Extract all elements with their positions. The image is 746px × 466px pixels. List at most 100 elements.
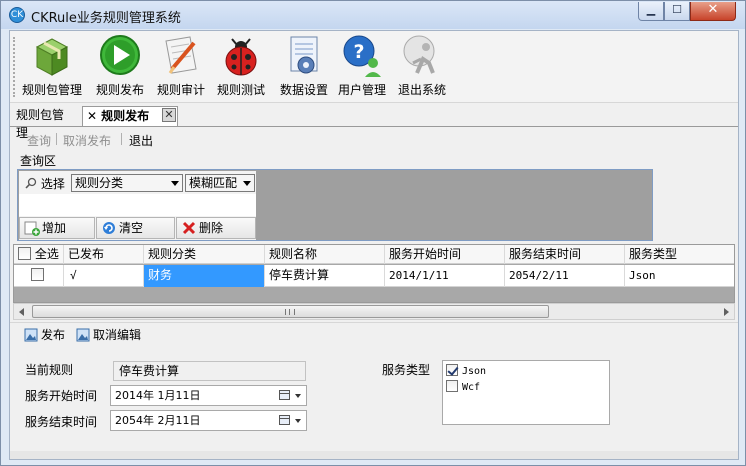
- add-button[interactable]: 增加: [19, 217, 95, 239]
- service-type-wcf[interactable]: Wcf: [446, 380, 480, 394]
- minimize-icon: ▁: [646, 3, 656, 16]
- query-panel: 选择 规则分类 模糊匹配 增加 清空 删除: [17, 169, 653, 241]
- start-date-label: 服务开始时间: [25, 389, 98, 403]
- query-condition-list[interactable]: [19, 194, 256, 216]
- close-button[interactable]: ✕: [690, 2, 736, 21]
- grid-header: 全选 已发布 规则分类 规则名称 服务开始时间 服务结束时间 服务类型: [14, 245, 734, 264]
- ladybug-icon: [218, 33, 264, 79]
- tab-label: 规则发布: [101, 109, 150, 123]
- divider: [56, 133, 57, 145]
- edit-document-icon: [158, 33, 204, 79]
- service-type-label: 服务类型: [382, 363, 431, 377]
- json-checkbox[interactable]: [446, 364, 458, 376]
- client-area: 规则包管理 规则发布 规则审计 规则测试 数据设置 ? 用户管理 退出系统 规则…: [9, 30, 739, 460]
- toolbar-publish-button[interactable]: 规则发布: [92, 33, 148, 101]
- select-all-header[interactable]: 全选: [14, 245, 64, 264]
- column-header-category[interactable]: 规则分类: [144, 245, 265, 264]
- end-date-picker[interactable]: 2054年 2月11日: [110, 410, 307, 431]
- minimize-button[interactable]: ▁: [638, 2, 664, 21]
- exit-button[interactable]: 退出: [129, 132, 153, 149]
- document-settings-icon: [281, 33, 327, 79]
- current-rule-label: 当前规则: [25, 363, 74, 377]
- tab-package-manage[interactable]: 规则包管理: [12, 106, 78, 140]
- tab-close-icon[interactable]: ✕: [87, 109, 97, 123]
- close-icon: ✕: [707, 2, 719, 17]
- type-cell[interactable]: Json: [625, 265, 734, 287]
- chevron-down-icon[interactable]: [295, 419, 301, 423]
- divider: [121, 133, 122, 145]
- toolbar-label: 数据设置: [279, 83, 328, 97]
- service-type-list[interactable]: Json Wcf: [442, 360, 610, 425]
- published-cell[interactable]: √: [64, 265, 144, 287]
- app-logo-icon: CK: [9, 7, 25, 23]
- toolbar-label: 规则发布: [95, 83, 144, 97]
- scrollbar-thumb[interactable]: [32, 305, 549, 318]
- chevron-down-icon: [171, 181, 179, 186]
- column-header-name[interactable]: 规则名称: [265, 245, 385, 264]
- delete-button[interactable]: 删除: [176, 217, 256, 239]
- select-all-checkbox[interactable]: [18, 247, 31, 260]
- column-header-start[interactable]: 服务开始时间: [385, 245, 505, 264]
- toolbar-label: 规则审计: [156, 83, 205, 97]
- wcf-checkbox[interactable]: [446, 380, 458, 392]
- current-rule-field: 停车费计算: [113, 361, 306, 381]
- clear-button[interactable]: 清空: [96, 217, 175, 239]
- table-row[interactable]: √ 财务 停车费计算 2014/1/11 2054/2/11 Json: [14, 265, 734, 287]
- toolbar-user-manage-button[interactable]: ? 用户管理: [334, 33, 390, 101]
- tab-divider: [10, 126, 738, 127]
- picture-icon: [24, 328, 38, 342]
- toolbar-grip[interactable]: [13, 37, 16, 97]
- toolbar-label: 退出系统: [397, 83, 446, 97]
- sub-toolbar: 查询 取消发布 退出: [10, 128, 738, 150]
- category-combobox[interactable]: 规则分类: [71, 174, 183, 192]
- scroll-right-icon[interactable]: [724, 308, 729, 316]
- calendar-icon[interactable]: [279, 415, 290, 425]
- cancel-edit-button[interactable]: 取消编辑: [76, 326, 141, 343]
- main-toolbar: 规则包管理 规则发布 规则审计 规则测试 数据设置 ? 用户管理 退出系统: [10, 31, 738, 103]
- end-cell[interactable]: 2054/2/11: [505, 265, 625, 287]
- grip-icon: [285, 309, 295, 315]
- svg-text:?: ?: [353, 41, 364, 63]
- end-date-label: 服务结束时间: [25, 415, 98, 429]
- service-type-json[interactable]: Json: [446, 364, 486, 378]
- magnifier-icon: [25, 177, 37, 189]
- grid-horizontal-scrollbar[interactable]: [13, 303, 735, 320]
- toolbar-package-manage-button[interactable]: 规则包管理: [20, 33, 84, 101]
- toolbar-label: 用户管理: [337, 83, 386, 97]
- close-tab-button[interactable]: ✕: [162, 108, 176, 122]
- publish-button[interactable]: 发布: [24, 326, 65, 343]
- column-header-end[interactable]: 服务结束时间: [505, 245, 625, 264]
- toolbar-data-settings-button[interactable]: 数据设置: [274, 33, 334, 101]
- toolbar-label: 规则包管理: [21, 83, 82, 97]
- row-checkbox-cell[interactable]: [14, 265, 64, 287]
- query-buttons-row: 增加 清空 删除: [19, 216, 256, 240]
- query-area-title: 查询区: [20, 154, 57, 168]
- column-header-published[interactable]: 已发布: [64, 245, 144, 264]
- title-bar[interactable]: CK CKRule业务规则管理系统 ▁ ☐ ✕: [1, 1, 745, 29]
- name-cell[interactable]: 停车费计算: [265, 265, 385, 287]
- app-window: CK CKRule业务规则管理系统 ▁ ☐ ✕ 规则包管理 规则发布 规则审计 …: [0, 0, 746, 466]
- play-arrow-icon: [97, 33, 143, 79]
- column-header-type[interactable]: 服务类型: [625, 245, 734, 264]
- toolbar-exit-button[interactable]: 退出系统: [394, 33, 450, 101]
- cancel-publish-button[interactable]: 取消发布: [63, 132, 111, 149]
- maximize-icon: ☐: [672, 3, 682, 16]
- user-help-icon: ?: [339, 33, 385, 79]
- start-cell[interactable]: 2014/1/11: [385, 265, 505, 287]
- calendar-icon[interactable]: [279, 390, 290, 400]
- refresh-icon: [101, 220, 117, 236]
- query-button[interactable]: 查询: [27, 132, 51, 149]
- scroll-left-icon[interactable]: [19, 308, 24, 316]
- window-title: CKRule业务规则管理系统: [31, 11, 181, 26]
- toolbar-audit-button[interactable]: 规则审计: [153, 33, 209, 101]
- row-checkbox[interactable]: [31, 268, 44, 281]
- match-mode-combobox[interactable]: 模糊匹配: [185, 174, 255, 192]
- start-date-picker[interactable]: 2014年 1月11日: [110, 385, 307, 406]
- query-criteria-row: 选择 规则分类 模糊匹配: [19, 171, 256, 194]
- select-label[interactable]: 选择: [25, 175, 65, 192]
- category-cell[interactable]: 财务: [144, 265, 265, 287]
- chevron-down-icon[interactable]: [295, 394, 301, 398]
- maximize-button[interactable]: ☐: [664, 2, 690, 21]
- toolbar-test-button[interactable]: 规则测试: [213, 33, 269, 101]
- picture-icon: [76, 328, 90, 342]
